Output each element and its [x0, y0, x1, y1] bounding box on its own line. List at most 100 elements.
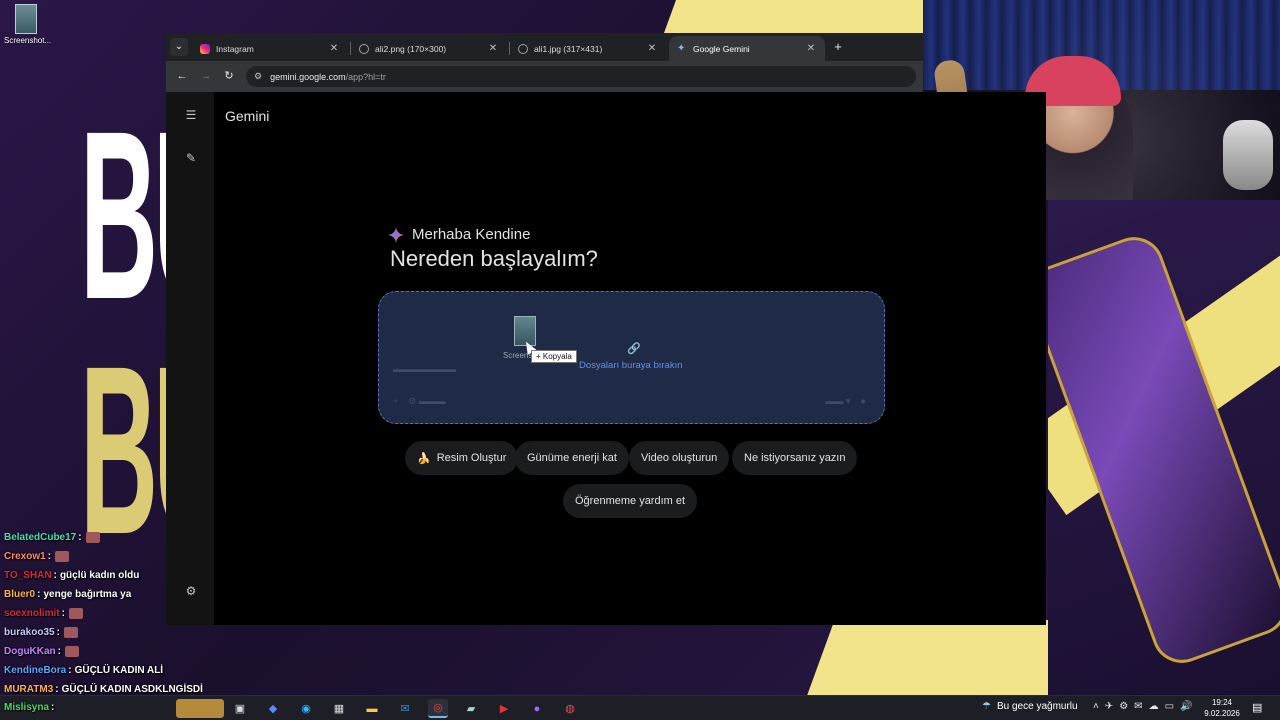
url-host: gemini.google.com [270, 71, 346, 82]
chip-write-anything[interactable]: Ne istiyorsanız yazın [732, 441, 858, 475]
discord-icon[interactable]: ● [527, 699, 547, 718]
search-box-art[interactable] [176, 699, 224, 718]
chip-label: Resim Oluştur [436, 452, 507, 464]
close-icon[interactable]: ✕ [328, 43, 340, 54]
clock[interactable]: 19:24 9.02.2026 [1200, 697, 1244, 719]
chip-create-image[interactable]: 🍌 Resim Oluştur [405, 441, 519, 475]
globe-icon [518, 43, 528, 54]
yellow-banner [663, 0, 937, 33]
tab-ali2[interactable]: ali2.png (170×300) ✕ [351, 36, 507, 61]
gemini-app: ☰ ✎ ⚙ Gemini Merhaba Kendine Nereden baş… [166, 92, 1046, 625]
edge-icon[interactable]: ◉ [296, 699, 316, 718]
microphone [1223, 120, 1273, 190]
site-info-icon[interactable]: ⚙ [254, 71, 262, 82]
greeting-text: Merhaba Kendine [412, 226, 531, 243]
clock-date: 9.02.2026 [1204, 709, 1240, 718]
notification-icon[interactable]: ▤ [1252, 701, 1262, 714]
tab-strip: ⌄ Instagram ✕ ali2.png (170×300) ✕ ali1.… [166, 33, 923, 61]
emote-icon [65, 646, 80, 657]
chat-username: TO_SHAN [4, 570, 52, 581]
tab-title: Google Gemini [693, 43, 750, 54]
file-drop-zone[interactable]: ▬▬▬▬▬▬▬ + ⚙ ▬▬▬ ▬▬ ▾ ● Screens + Kopyala… [378, 291, 885, 424]
chat-message: Mislisyna: [4, 701, 55, 713]
dragged-file-name: Screens [503, 351, 533, 360]
weather-widget[interactable]: ☂ Bu gece yağmurlu [982, 701, 1078, 712]
close-icon[interactable]: ✕ [487, 43, 499, 54]
tab-ali1[interactable]: ali1.jpg (317×431) ✕ [510, 36, 666, 61]
close-icon[interactable]: ✕ [805, 43, 817, 54]
new-chat-icon[interactable]: ✎ [182, 149, 200, 167]
chat-text: güçlü kadın oldu [59, 570, 140, 581]
chip-energize-day[interactable]: Günüme enerji kat [515, 441, 629, 475]
chrome-icon[interactable]: ◎ [428, 699, 448, 718]
close-icon[interactable]: ✕ [646, 43, 658, 54]
chat-username: MURATM3 [4, 684, 54, 695]
mic-ghost: ▬▬ ▾ ● [825, 396, 866, 406]
reload-icon[interactable]: ↻ [221, 68, 237, 84]
chat-message: BelatedCube17: [0, 528, 215, 547]
page-title: Nereden başlayalım? [390, 246, 598, 271]
menu-icon[interactable]: ☰ [182, 106, 200, 124]
taskbar: Mislisyna: ▣ ◆ ◉ ▦ ▬ ✉ ◎ ▰ ▶ ● ◍ ☂ Bu ge… [0, 695, 1280, 720]
file-explorer-icon[interactable]: ▬ [362, 699, 382, 718]
tab-google-gemini[interactable]: ✦ Google Gemini ✕ [669, 36, 825, 61]
prompt-input-ghost: ▬▬▬▬▬▬▬ [393, 364, 456, 374]
tab-instagram[interactable]: Instagram ✕ [192, 36, 348, 61]
obs-icon[interactable]: ◍ [560, 699, 580, 718]
globe-icon [359, 43, 369, 54]
store-icon[interactable]: ▦ [329, 699, 349, 718]
address-bar[interactable]: ⚙ gemini.google.com/app?hl=tr [246, 66, 916, 87]
chat-username: DoguKKan [4, 646, 56, 657]
outlook-icon[interactable]: ✉ [395, 699, 415, 718]
chat-username: Bluer0 [4, 589, 36, 600]
tab-title: ali2.png (170×300) [375, 43, 447, 54]
chat-username: Crexow1 [4, 551, 46, 562]
desktop-file-label: Screenshot... [4, 36, 52, 45]
copy-tooltip: + Kopyala [531, 350, 577, 363]
chip-label: Günüme enerji kat [527, 452, 617, 464]
browser-window: ⌄ Instagram ✕ ali2.png (170×300) ✕ ali1.… [166, 33, 1046, 625]
browser-toolbar: ← → ↻ ⚙ gemini.google.com/app?hl=tr [166, 61, 923, 92]
chat-username: soexnolimit [4, 608, 60, 619]
chat-message: KendineBora: GÜÇLÜ KADIN ALİ [4, 665, 164, 676]
chat-message: DoguKKan: [0, 642, 215, 661]
chip-help-me-learn[interactable]: Öğrenmeme yardım et [563, 484, 698, 518]
clock-time: 19:24 [1211, 698, 1233, 707]
chat-message: Crexow1: [0, 547, 215, 566]
game-art-decoration [1048, 200, 1280, 695]
emote-icon [68, 608, 83, 619]
chip-label: Öğrenmeme yardım et [575, 495, 686, 507]
chat-message: soexnolimit: [0, 604, 215, 623]
system-tray[interactable]: ˄✈⚙✉☁▭🔊 [1093, 701, 1198, 712]
copilot-icon[interactable]: ◆ [263, 699, 283, 718]
video-editor-icon[interactable]: ▶ [494, 699, 514, 718]
chip-create-video[interactable]: Video oluşturun [629, 441, 730, 475]
chip-label: Ne istiyorsanız yazın [744, 452, 846, 464]
tab-search-button[interactable]: ⌄ [170, 38, 188, 56]
chat-message: burakoo35: [0, 623, 215, 642]
url-path: /app?hl=tr [345, 71, 386, 82]
task-view-icon[interactable]: ▣ [230, 699, 250, 718]
chat-text: yenge bağırtma ya [43, 589, 132, 600]
image-file-icon [15, 4, 37, 34]
chat-text: GÜÇLÜ KADIN ASDKLNGİSDİ [61, 684, 203, 695]
chat-message: TO_SHAN: güçlü kadın oldu [4, 570, 140, 581]
back-arrow-icon[interactable]: ← [174, 68, 190, 84]
chat-message: Bluer0: yenge bağırtma ya [4, 589, 132, 600]
emote-icon [55, 551, 70, 562]
new-tab-button[interactable]: + [830, 39, 846, 55]
tools-ghost: + ⚙ ▬▬▬ [393, 396, 446, 406]
tab-title: ali1.jpg (317×431) [534, 43, 603, 54]
gemini-spark-icon [388, 226, 404, 243]
instagram-icon [200, 43, 210, 54]
gemini-brand[interactable]: Gemini [225, 108, 269, 124]
desktop-file-icon[interactable]: Screenshot... [4, 4, 52, 45]
notes-icon[interactable]: ▰ [461, 699, 481, 718]
chat-text: GÜÇLÜ KADIN ALİ [74, 665, 164, 676]
greeting: Merhaba Kendine [388, 226, 530, 243]
emote-icon [85, 532, 100, 543]
tab-title: Instagram [216, 43, 254, 54]
chat-username: KendineBora [4, 665, 67, 676]
drop-message: Dosyaları buraya bırakın [579, 360, 683, 371]
forward-arrow-icon[interactable]: → [198, 68, 214, 84]
